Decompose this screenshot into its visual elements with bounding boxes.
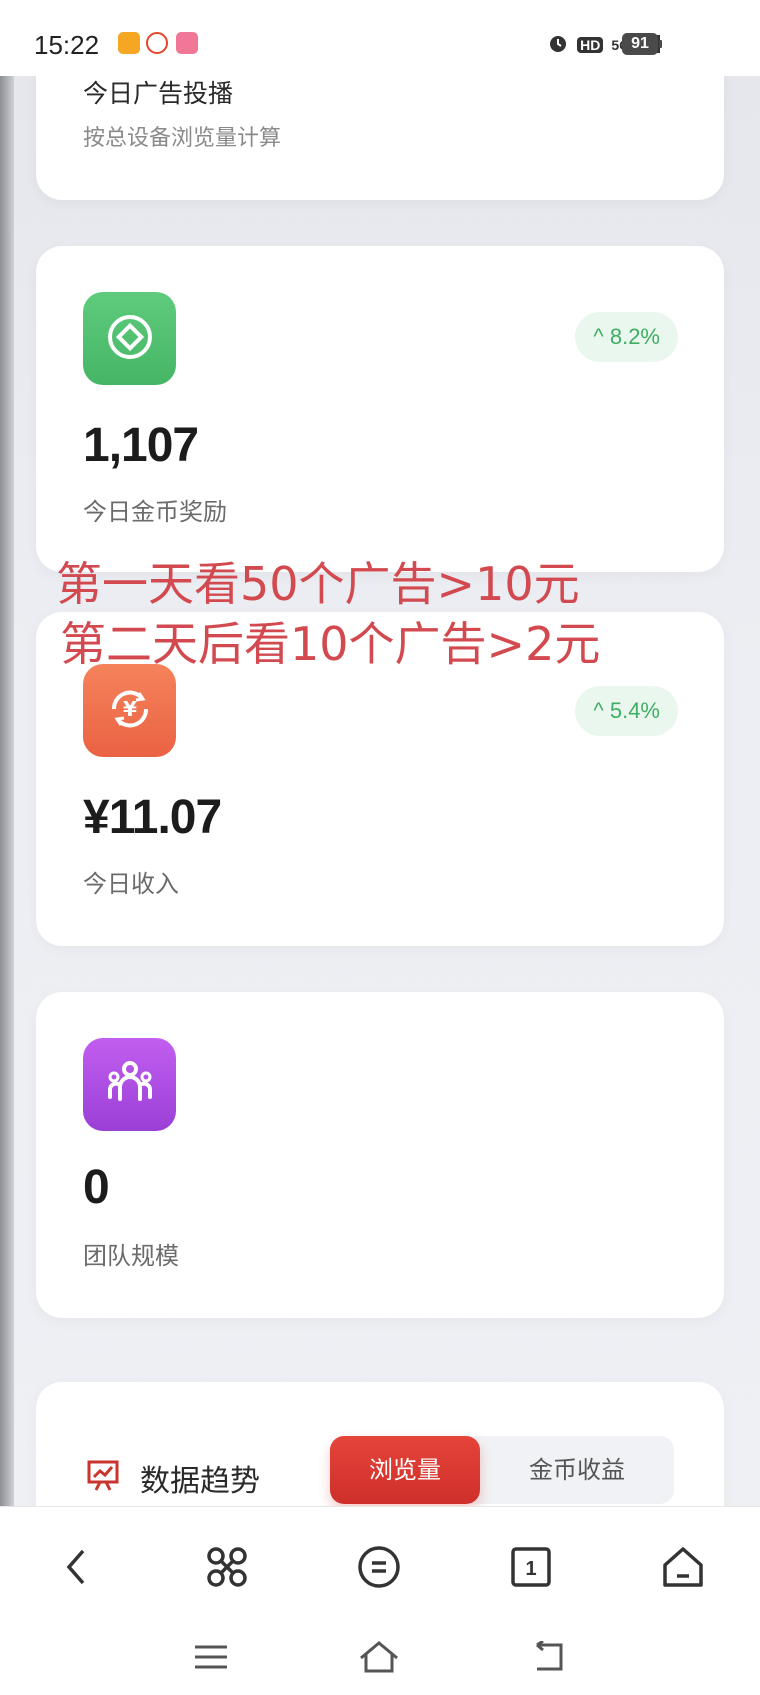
chevron-left-icon (66, 1549, 85, 1585)
weibo-icon (146, 32, 168, 54)
income-value: ¥11.07 (83, 791, 222, 844)
coin-icon-box (83, 292, 176, 385)
chart-trend-icon (86, 1458, 120, 1496)
tabs-button[interactable]: 1 (501, 1537, 561, 1597)
coin-icon (104, 311, 156, 367)
menu-circle-icon (358, 1546, 400, 1588)
home-button[interactable] (653, 1537, 713, 1597)
system-menu-button[interactable] (186, 1637, 236, 1677)
system-back-button[interactable] (524, 1637, 574, 1677)
app-notification-icon (176, 32, 198, 54)
team-label: 团队规模 (83, 1242, 179, 1270)
coin-reward-card[interactable]: ^ 8.2% 1,107 今日金币奖励 (36, 246, 724, 572)
ad-playback-subtitle: 按总设备浏览量计算 (83, 126, 282, 151)
status-bar: 15:22 HD 5G 91 (0, 0, 760, 76)
coin-label: 今日金币奖励 (83, 498, 227, 526)
command-icon (207, 1547, 247, 1587)
yuan-exchange-icon: ¥ (102, 681, 158, 741)
hamburger-icon (195, 1645, 227, 1669)
menu-button[interactable] (349, 1537, 409, 1597)
team-card[interactable]: 0 团队规模 (36, 992, 724, 1318)
side-shadow (0, 76, 14, 1506)
svg-text:1: 1 (525, 1558, 536, 1580)
trend-tab-switcher: 浏览量 金币收益 (330, 1436, 674, 1504)
features-button[interactable] (197, 1537, 257, 1597)
tab-page-views[interactable]: 浏览量 (330, 1436, 480, 1504)
return-icon (536, 1641, 563, 1671)
income-label: 今日收入 (83, 870, 179, 898)
home-outline-icon (360, 1641, 398, 1673)
battery-icon: 91 (622, 33, 662, 55)
team-icon (102, 1055, 158, 1115)
overlay-text-line1: 第一天看50个广告>10元 (56, 557, 580, 611)
data-trend-title: 数据趋势 (140, 1464, 260, 1499)
tab-count-icon: 1 (511, 1547, 551, 1587)
svg-text:¥: ¥ (123, 697, 137, 721)
back-button[interactable] (46, 1537, 106, 1597)
income-icon-box: ¥ (83, 664, 176, 757)
team-value: 0 (83, 1161, 110, 1214)
income-change-badge: ^ 5.4% (575, 686, 678, 736)
tab-coin-earnings[interactable]: 金币收益 (480, 1436, 674, 1504)
team-icon-box (83, 1038, 176, 1131)
home-icon (663, 1547, 703, 1587)
browser-nav-bar: 1 (0, 1506, 760, 1695)
system-home-button[interactable] (354, 1637, 404, 1677)
hd-icon: HD (577, 37, 604, 53)
ad-playback-title: 今日广告投播 (83, 79, 234, 108)
app-notification-icon (118, 32, 140, 54)
alarm-icon (547, 32, 569, 58)
coin-value: 1,107 (83, 419, 199, 472)
overlay-text-line2: 第二天后看10个广告>2元 (60, 617, 601, 671)
coin-change-badge: ^ 8.2% (575, 312, 678, 362)
status-time: 15:22 (34, 30, 100, 60)
